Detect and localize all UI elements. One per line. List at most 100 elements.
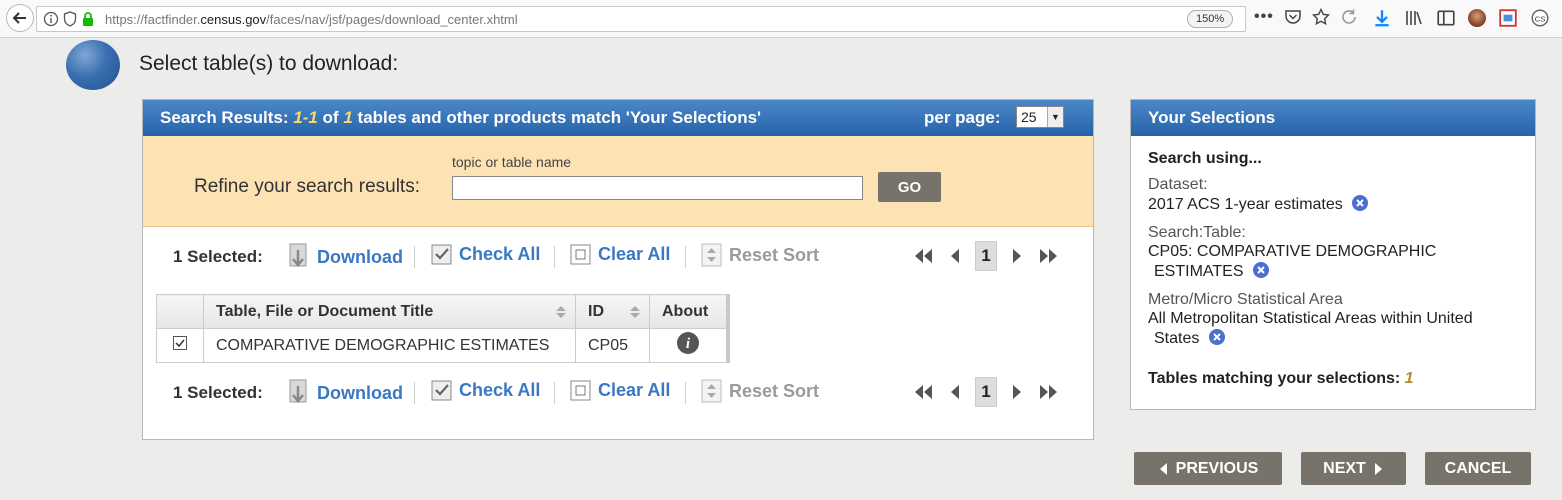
download-button[interactable]: Download [287, 242, 403, 272]
star-icon[interactable] [1311, 8, 1330, 26]
sort-icon [556, 306, 566, 318]
chevron-right-icon [1374, 462, 1382, 475]
search-results-panel: Search Results: 1-1 of 1 tables and othe… [142, 99, 1094, 440]
row-checkbox-cell [156, 328, 204, 363]
remove-area-icon[interactable] [1208, 328, 1226, 346]
url-domain: census.gov [200, 12, 267, 27]
next-page-button[interactable] [1001, 378, 1033, 406]
chevron-left-icon [951, 249, 959, 263]
matching-summary: Tables matching your selections: 1 [1148, 370, 1528, 388]
checkbox-checked-icon [431, 380, 452, 401]
table-row: COMPARATIVE DEMOGRAPHIC ESTIMATES CP05 i [156, 328, 728, 363]
toolbar-divider [685, 382, 686, 404]
clear-all-button[interactable]: Clear All [570, 378, 670, 402]
clear-all-label: Clear All [598, 243, 671, 264]
checkbox-checked-icon [431, 244, 452, 265]
dataset-value-row: 2017 ACS 1-year estimates [1148, 194, 1528, 214]
step-indicator-circle [66, 40, 120, 90]
checkbox-empty-icon [570, 244, 591, 265]
results-suffix: tables and other products match 'Your Se… [357, 108, 762, 127]
reset-sort-label: Reset Sort [729, 244, 820, 265]
remove-table-icon[interactable] [1252, 261, 1270, 279]
area-value-row: States [1148, 328, 1528, 348]
refine-search-input[interactable] [452, 176, 863, 200]
next-button[interactable]: NEXT [1301, 452, 1406, 485]
chevron-right-icon [1013, 249, 1021, 263]
profile-avatar[interactable] [1468, 9, 1486, 27]
results-of: of [322, 108, 339, 127]
address-bar[interactable]: https://factfinder.census.gov/faces/nav/… [36, 6, 1246, 32]
lock-icon[interactable] [81, 11, 95, 27]
svg-text:CS: CS [1535, 14, 1546, 23]
prev-page-button[interactable] [939, 242, 971, 270]
download-doc-icon [289, 379, 307, 403]
results-label: Search Results: [160, 108, 289, 127]
previous-button[interactable]: PREVIOUS [1134, 452, 1282, 485]
first-page-button[interactable] [907, 378, 939, 406]
double-chevron-left-icon [915, 385, 932, 399]
prev-page-button[interactable] [939, 378, 971, 406]
dataset-value: 2017 ACS 1-year estimates [1148, 196, 1343, 213]
pocket-icon[interactable] [1284, 8, 1302, 26]
library-icon[interactable] [1404, 8, 1424, 28]
cancel-button[interactable]: CANCEL [1425, 452, 1531, 485]
row-about-cell: i [649, 328, 728, 363]
sidebar-icon[interactable] [1436, 8, 1456, 28]
current-page-number[interactable]: 1 [975, 377, 997, 407]
reset-sort-button[interactable]: Reset Sort [701, 242, 819, 268]
table-value-row: ESTIMATES [1148, 261, 1528, 281]
results-summary: Search Results: 1-1 of 1 tables and othe… [160, 108, 761, 128]
back-button[interactable] [6, 4, 34, 32]
current-page-number[interactable]: 1 [975, 241, 997, 271]
table-value-line1: CP05: COMPARATIVE DEMOGRAPHIC [1148, 243, 1437, 260]
id-column-label: ID [588, 302, 604, 320]
chevron-down-icon: ▼ [1047, 107, 1063, 127]
results-total: 1 [343, 108, 353, 127]
check-all-label: Check All [459, 243, 541, 264]
extension-cs-icon[interactable]: CS [1530, 8, 1550, 28]
more-actions-icon[interactable]: ••• [1254, 8, 1274, 26]
search-results-header: Search Results: 1-1 of 1 tables and othe… [143, 100, 1093, 136]
shield-icon[interactable] [63, 11, 77, 27]
actions-toolbar-top: 1 Selected: Download Check All Clear All… [143, 236, 1093, 276]
double-chevron-right-icon [1040, 385, 1057, 399]
last-page-button[interactable] [1033, 242, 1065, 270]
extension-red-icon[interactable] [1498, 8, 1518, 28]
check-all-button[interactable]: Check All [431, 378, 540, 402]
download-arrow-icon[interactable] [1372, 8, 1392, 28]
remove-dataset-icon[interactable] [1351, 194, 1369, 212]
go-button[interactable]: GO [878, 172, 941, 202]
browser-toolbar: https://factfinder.census.gov/faces/nav/… [0, 0, 1562, 38]
sort-icon [630, 306, 640, 318]
last-page-button[interactable] [1033, 378, 1065, 406]
refine-search-box: Refine your search results: topic or tab… [143, 136, 1093, 227]
check-all-button[interactable]: Check All [431, 242, 540, 266]
download-button[interactable]: Download [287, 378, 403, 408]
download-doc-icon [289, 243, 307, 267]
url-text[interactable]: https://factfinder.census.gov/faces/nav/… [105, 12, 518, 27]
next-page-button[interactable] [1001, 242, 1033, 270]
double-chevron-left-icon [915, 249, 932, 263]
reload-icon[interactable] [1340, 8, 1358, 26]
toolbar-divider [414, 382, 415, 404]
info-icon[interactable] [43, 11, 59, 27]
info-circle-icon[interactable]: i [676, 331, 700, 355]
clear-all-button[interactable]: Clear All [570, 242, 670, 266]
per-page-select[interactable]: 25 ▼ [1016, 106, 1064, 128]
title-column-label: Table, File or Document Title [216, 302, 434, 320]
chevron-right-icon [1013, 385, 1021, 399]
double-chevron-right-icon [1040, 249, 1057, 263]
toolbar-divider [685, 246, 686, 268]
first-page-button[interactable] [907, 242, 939, 270]
toolbar-divider [554, 382, 555, 404]
row-checkbox-checked[interactable] [173, 336, 187, 350]
about-column-label: About [662, 302, 709, 320]
reset-sort-button[interactable]: Reset Sort [701, 378, 819, 404]
id-column-header[interactable]: ID [575, 294, 650, 329]
zoom-level-badge[interactable]: 150% [1187, 10, 1234, 28]
area-value-line1: All Metropolitan Statistical Areas withi… [1148, 310, 1473, 327]
about-column-header: About [649, 294, 728, 329]
title-column-header[interactable]: Table, File or Document Title [203, 294, 576, 329]
matching-count: 1 [1404, 370, 1414, 387]
your-selections-panel: Your Selections Search using... Dataset:… [1130, 99, 1536, 410]
